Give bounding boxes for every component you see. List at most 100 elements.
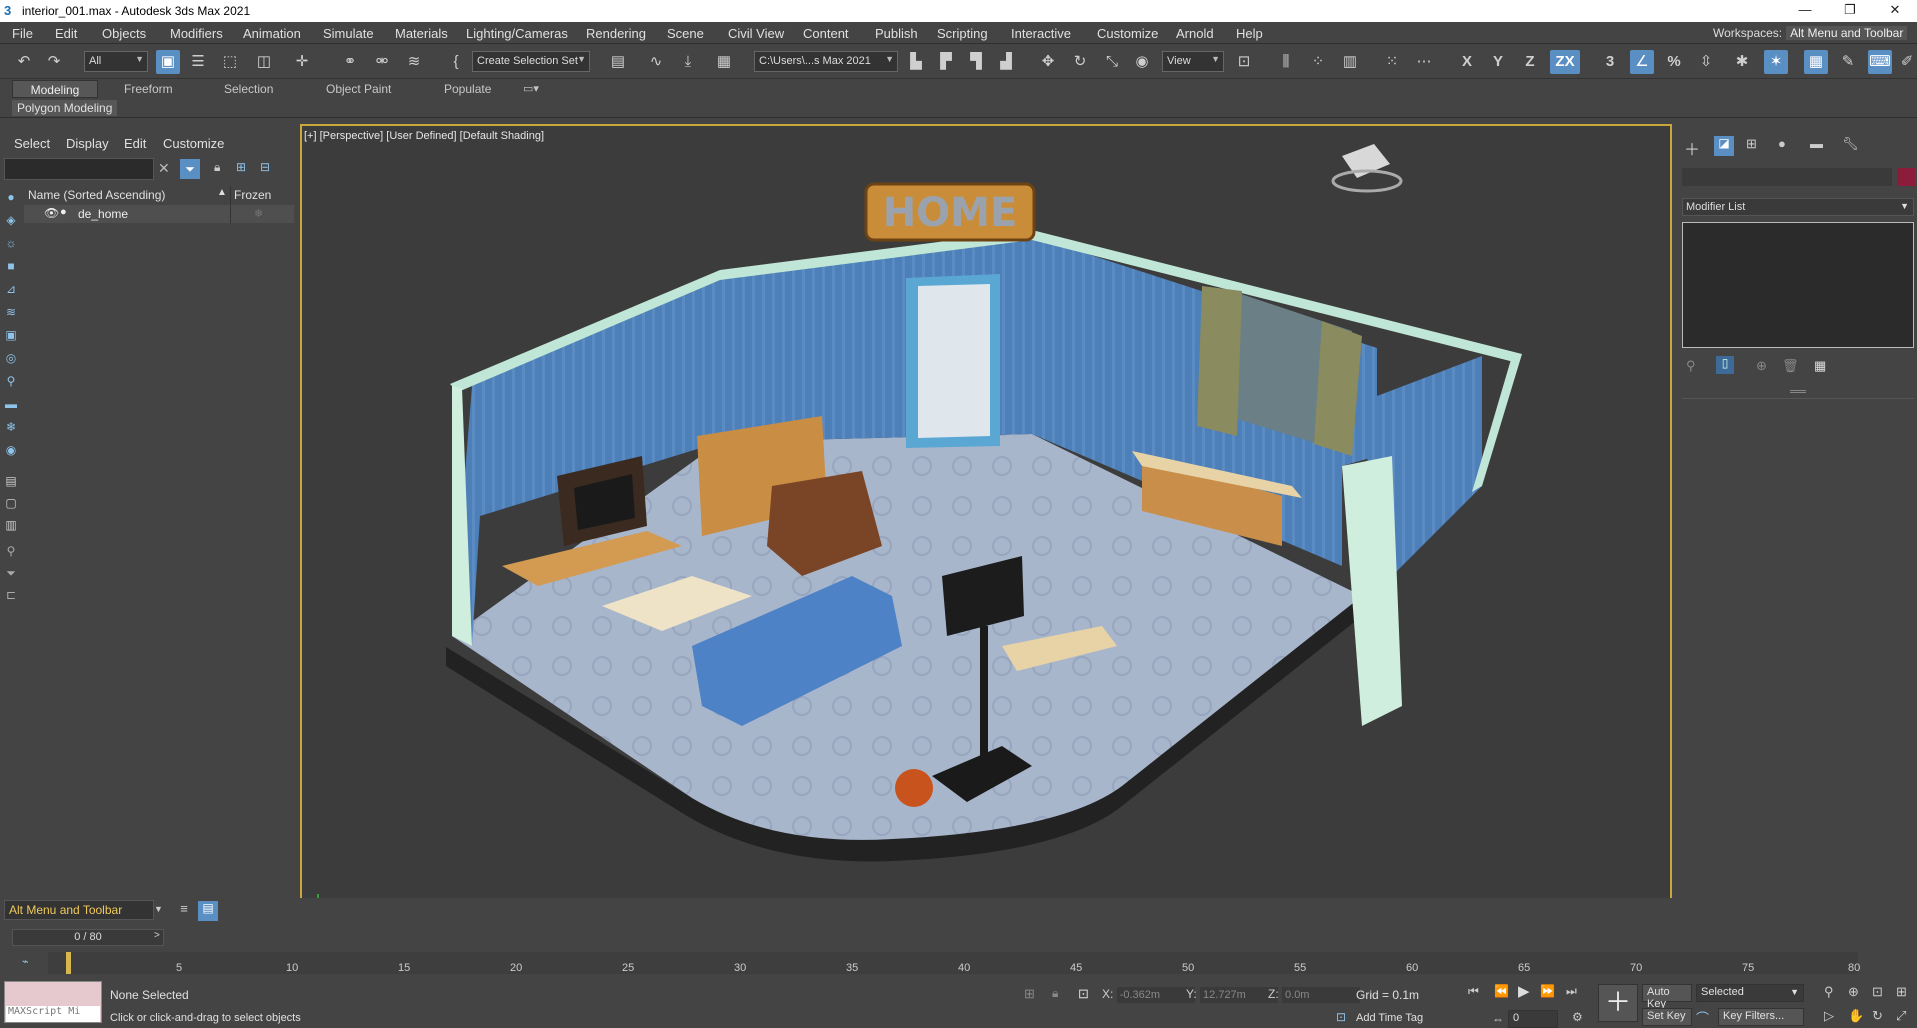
modifier-stack[interactable] xyxy=(1682,222,1914,348)
key-tangent-icon[interactable]: ⌒ xyxy=(1696,1008,1709,1027)
auto-key-button[interactable]: Auto Key xyxy=(1642,984,1692,1010)
pick-icon[interactable]: ✎ xyxy=(1836,50,1860,74)
field-of-view-icon[interactable]: ▷ xyxy=(1824,1008,1834,1024)
explorer-tab-display[interactable]: Display xyxy=(66,136,109,151)
go-to-end-icon[interactable]: ⏭ xyxy=(1566,984,1577,999)
display-all-icon[interactable]: ▤ xyxy=(4,474,18,488)
visibility-eye-icon[interactable]: 👁︎ xyxy=(44,206,59,220)
timeline-track[interactable]: 5 10 15 20 25 30 35 40 45 50 55 60 65 70… xyxy=(48,952,1860,974)
key-filters-button[interactable]: Key Filters... xyxy=(1718,1008,1804,1026)
cameras-filter-icon[interactable]: ■ xyxy=(4,259,18,273)
lock-icon[interactable]: 🔒︎ xyxy=(214,160,220,175)
menu-modifiers[interactable]: Modifiers xyxy=(170,26,223,41)
set-key-button[interactable]: Set Key xyxy=(1642,1008,1692,1026)
geometry-filter-icon[interactable]: ● xyxy=(4,190,18,204)
xrefs-filter-icon[interactable]: ◎ xyxy=(4,351,18,365)
display-tab-icon[interactable]: ▬ xyxy=(1810,136,1823,151)
curly-brace-icon[interactable]: { xyxy=(444,50,468,74)
spacewarps-filter-icon[interactable]: ≋ xyxy=(4,305,18,319)
rectangular-selection-icon[interactable]: ⬚ xyxy=(218,50,242,74)
curve-editor-mini-icon[interactable]: ⌁ xyxy=(22,955,29,968)
viewport-user-label[interactable]: [User Defined] xyxy=(386,130,456,142)
axis-y-icon[interactable]: Y xyxy=(1486,50,1510,74)
tab-selection[interactable]: Selection xyxy=(224,82,273,96)
tab-freeform[interactable]: Freeform xyxy=(124,82,173,96)
workspaces-switcher[interactable]: Workspaces: Alt Menu and Toolbar xyxy=(1713,26,1908,40)
tab-modeling[interactable]: Modeling xyxy=(12,80,98,98)
configure-modifier-icon[interactable]: ▦ xyxy=(1814,358,1826,374)
selection-filter-dropdown[interactable]: All ▼ xyxy=(84,51,148,72)
zoom-all-icon[interactable]: ⊕ xyxy=(1848,984,1859,1000)
display-none-icon[interactable]: ▢ xyxy=(4,496,18,510)
place-highlight-icon[interactable]: ▟ xyxy=(994,50,1018,74)
coord-z-field[interactable]: 0.0m xyxy=(1282,987,1361,1003)
polygon-modeling-label[interactable]: Polygon Modeling xyxy=(12,100,118,116)
containers-filter-icon[interactable]: ▬ xyxy=(4,397,18,411)
pan-icon[interactable]: ✋ xyxy=(1848,1008,1864,1024)
snap-3d-icon[interactable]: 3 xyxy=(1598,50,1622,74)
xray-icon[interactable]: ✶ xyxy=(1764,50,1788,74)
menu-animation[interactable]: Animation xyxy=(243,26,301,41)
menu-scene[interactable]: Scene xyxy=(667,26,704,41)
column-frozen-header[interactable]: Frozen xyxy=(234,188,271,202)
select-and-move-icon[interactable]: ✛ xyxy=(290,50,314,74)
filter-options-icon[interactable]: ⚲ xyxy=(4,544,18,558)
window-crossing-icon[interactable]: ◫ xyxy=(252,50,276,74)
play-icon[interactable]: ▶ xyxy=(1518,982,1530,1000)
layers-stack-icon[interactable]: ≡ xyxy=(174,901,194,921)
lights-filter-icon[interactable]: ☼ xyxy=(4,236,18,250)
quick-align-icon[interactable]: ▛ xyxy=(934,50,958,74)
close-icon[interactable]: ✕ xyxy=(1880,2,1910,20)
menu-help[interactable]: Help xyxy=(1236,26,1263,41)
workspaces-value[interactable]: Alt Menu and Toolbar xyxy=(1786,26,1908,40)
schematic-view-icon[interactable]: ⤓ xyxy=(676,50,700,74)
percent-snap-icon[interactable]: % xyxy=(1662,50,1686,74)
align-toolbar-icon[interactable]: ▥ xyxy=(1338,50,1362,74)
hierarchy-tab-icon[interactable]: ⊞ xyxy=(1746,136,1757,152)
align-icon[interactable]: ▙ xyxy=(904,50,928,74)
viewport-pov-label[interactable]: [Perspective] xyxy=(320,130,384,142)
menu-simulate[interactable]: Simulate xyxy=(323,26,374,41)
keyboard-shortcut-icon[interactable]: ⌨ xyxy=(1868,50,1892,74)
select-object-icon[interactable]: ▣ xyxy=(156,50,180,74)
menu-scripting[interactable]: Scripting xyxy=(937,26,988,41)
shapes-filter-icon[interactable]: ◈ xyxy=(4,213,18,227)
filter-icon[interactable]: ⏷ xyxy=(180,159,200,179)
menu-lighting-cameras[interactable]: Lighting/Cameras xyxy=(466,26,568,41)
rotate-icon[interactable]: ↻ xyxy=(1068,50,1092,74)
menu-content[interactable]: Content xyxy=(803,26,849,41)
menu-interactive[interactable]: Interactive xyxy=(1011,26,1071,41)
menu-civil-view[interactable]: Civil View xyxy=(728,26,784,41)
column-name-header[interactable]: Name (Sorted Ascending) xyxy=(28,188,165,202)
zoom-icon[interactable]: ⚲ xyxy=(1824,984,1834,1000)
workspace-combo[interactable]: Alt Menu and Toolbar xyxy=(4,900,154,920)
axis-zx-icon[interactable]: ZX xyxy=(1550,50,1580,74)
viewport-label[interactable]: [+] [Perspective] [User Defined] [Defaul… xyxy=(304,130,544,142)
minimize-icon[interactable]: — xyxy=(1790,2,1820,20)
set-key-big-icon[interactable]: ＋ xyxy=(1598,984,1638,1022)
reference-coord-dropdown[interactable]: View ▼ xyxy=(1162,51,1224,72)
make-unique-icon[interactable]: ⊕ xyxy=(1756,358,1767,374)
coord-x-field[interactable]: -0.362m xyxy=(1116,987,1195,1003)
pin-stack-icon[interactable]: ⚲ xyxy=(1686,358,1696,374)
utilities-tab-icon[interactable]: 🔧︎ xyxy=(1842,136,1859,152)
angle-snap-icon[interactable]: ∠ xyxy=(1630,50,1654,74)
maximize-viewport-icon[interactable]: ⤢ xyxy=(1896,1008,1906,1024)
menu-materials[interactable]: Materials xyxy=(395,26,448,41)
frozen-snowflake-icon[interactable]: ❄ xyxy=(254,207,263,220)
time-tag-icon[interactable]: ⊡ xyxy=(1336,1010,1346,1024)
snowflake-icon[interactable]: ✱ xyxy=(1730,50,1754,74)
current-frame-field[interactable]: 0 xyxy=(1508,1010,1558,1028)
time-config-icon[interactable]: ⚙ xyxy=(1572,1010,1583,1024)
edit-named-icon[interactable]: ✐ xyxy=(1895,50,1917,74)
pivot-center-icon[interactable]: ⊡ xyxy=(1232,50,1256,74)
unlink-icon[interactable]: ⚮ xyxy=(370,50,394,74)
coord-y-field[interactable]: 12.727m xyxy=(1200,987,1279,1003)
explorer-tab-customize[interactable]: Customize xyxy=(163,136,224,151)
menu-objects[interactable]: Objects xyxy=(102,26,146,41)
ribbon-options-icon[interactable]: ▭▾ xyxy=(523,82,539,95)
menu-rendering[interactable]: Rendering xyxy=(586,26,646,41)
table-row[interactable]: 👁︎ ● de_home ❄ xyxy=(24,205,294,223)
tab-populate[interactable]: Populate xyxy=(444,82,491,96)
key-mode-icon[interactable]: ⇔ xyxy=(1492,1012,1504,1026)
